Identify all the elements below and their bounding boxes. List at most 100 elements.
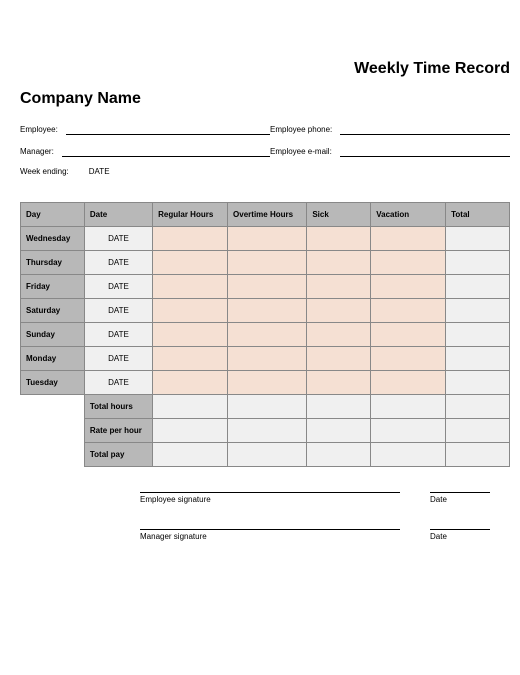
- day-cell: Saturday: [21, 299, 85, 323]
- summary-regular-cell: [153, 419, 228, 443]
- summary-sick-cell: [307, 443, 371, 467]
- sick-cell[interactable]: [307, 251, 371, 275]
- date-cell[interactable]: DATE: [84, 251, 152, 275]
- vacation-cell[interactable]: [371, 251, 446, 275]
- summary-total-cell: [446, 443, 510, 467]
- phone-input-line[interactable]: [340, 123, 510, 135]
- row-total-cell: [446, 227, 510, 251]
- date-cell[interactable]: DATE: [84, 227, 152, 251]
- regular-hours-cell[interactable]: [153, 347, 228, 371]
- week-ending-value: DATE: [89, 167, 110, 177]
- day-cell: Wednesday: [21, 227, 85, 251]
- empty-cell: [21, 419, 85, 443]
- summary-total-cell: [446, 395, 510, 419]
- header-regular: Regular Hours: [153, 203, 228, 227]
- sick-cell[interactable]: [307, 347, 371, 371]
- regular-hours-cell[interactable]: [153, 251, 228, 275]
- time-table: Day Date Regular Hours Overtime Hours Si…: [20, 202, 510, 467]
- employee-signature-line[interactable]: Employee signature: [140, 492, 400, 504]
- summary-vacation-cell: [371, 443, 446, 467]
- table-row: SaturdayDATE: [21, 299, 510, 323]
- overtime-hours-cell[interactable]: [228, 299, 307, 323]
- empty-cell: [21, 443, 85, 467]
- manager-signature-row: Manager signature Date: [140, 529, 490, 541]
- overtime-hours-cell[interactable]: [228, 371, 307, 395]
- vacation-cell[interactable]: [371, 347, 446, 371]
- date-cell[interactable]: DATE: [84, 347, 152, 371]
- info-row-2: Manager: Employee e-mail:: [20, 145, 510, 157]
- header-vacation: Vacation: [371, 203, 446, 227]
- day-cell: Tuesday: [21, 371, 85, 395]
- regular-hours-cell[interactable]: [153, 371, 228, 395]
- week-ending-field: Week ending: DATE: [20, 167, 270, 177]
- vacation-cell[interactable]: [371, 227, 446, 251]
- day-cell: Friday: [21, 275, 85, 299]
- table-header-row: Day Date Regular Hours Overtime Hours Si…: [21, 203, 510, 227]
- summary-row: Total pay: [21, 443, 510, 467]
- vacation-cell[interactable]: [371, 275, 446, 299]
- email-label: Employee e-mail:: [270, 147, 332, 157]
- sick-cell[interactable]: [307, 371, 371, 395]
- employee-label: Employee:: [20, 125, 58, 135]
- summary-regular-cell: [153, 443, 228, 467]
- employee-input-line[interactable]: [66, 123, 270, 135]
- table-row: TuesdayDATE: [21, 371, 510, 395]
- sick-cell[interactable]: [307, 275, 371, 299]
- table-row: SundayDATE: [21, 323, 510, 347]
- manager-input-line[interactable]: [62, 145, 270, 157]
- manager-field: Manager:: [20, 145, 270, 157]
- employee-signature-row: Employee signature Date: [140, 492, 490, 504]
- header-total: Total: [446, 203, 510, 227]
- summary-total-cell: [446, 419, 510, 443]
- week-ending-label: Week ending:: [20, 167, 69, 177]
- vacation-cell[interactable]: [371, 299, 446, 323]
- date-cell[interactable]: DATE: [84, 275, 152, 299]
- regular-hours-cell[interactable]: [153, 323, 228, 347]
- overtime-hours-cell[interactable]: [228, 323, 307, 347]
- employee-field: Employee:: [20, 123, 270, 135]
- summary-overtime-cell: [228, 443, 307, 467]
- row-total-cell: [446, 299, 510, 323]
- summary-regular-cell: [153, 395, 228, 419]
- date-cell[interactable]: DATE: [84, 323, 152, 347]
- date-cell[interactable]: DATE: [84, 299, 152, 323]
- summary-overtime-cell: [228, 419, 307, 443]
- vacation-cell[interactable]: [371, 371, 446, 395]
- regular-hours-cell[interactable]: [153, 299, 228, 323]
- empty-cell: [21, 395, 85, 419]
- employee-sig-date-line[interactable]: Date: [430, 492, 490, 504]
- manager-sig-date-line[interactable]: Date: [430, 529, 490, 541]
- email-input-line[interactable]: [340, 145, 510, 157]
- overtime-hours-cell[interactable]: [228, 251, 307, 275]
- overtime-hours-cell[interactable]: [228, 227, 307, 251]
- manager-signature-line[interactable]: Manager signature: [140, 529, 400, 541]
- summary-label-cell: Total hours: [84, 395, 152, 419]
- row-total-cell: [446, 251, 510, 275]
- day-cell: Sunday: [21, 323, 85, 347]
- header-overtime: Overtime Hours: [228, 203, 307, 227]
- header-sick: Sick: [307, 203, 371, 227]
- summary-label-cell: Rate per hour: [84, 419, 152, 443]
- row-total-cell: [446, 275, 510, 299]
- row-total-cell: [446, 371, 510, 395]
- sick-cell[interactable]: [307, 299, 371, 323]
- summary-sick-cell: [307, 419, 371, 443]
- summary-row: Rate per hour: [21, 419, 510, 443]
- signature-block: Employee signature Date Manager signatur…: [140, 492, 490, 541]
- summary-overtime-cell: [228, 395, 307, 419]
- regular-hours-cell[interactable]: [153, 227, 228, 251]
- day-cell: Monday: [21, 347, 85, 371]
- phone-label: Employee phone:: [270, 125, 332, 135]
- sick-cell[interactable]: [307, 227, 371, 251]
- vacation-cell[interactable]: [371, 323, 446, 347]
- manager-label: Manager:: [20, 147, 54, 157]
- overtime-hours-cell[interactable]: [228, 347, 307, 371]
- overtime-hours-cell[interactable]: [228, 275, 307, 299]
- email-field: Employee e-mail:: [270, 145, 510, 157]
- date-cell[interactable]: DATE: [84, 371, 152, 395]
- row-total-cell: [446, 323, 510, 347]
- table-row: WednesdayDATE: [21, 227, 510, 251]
- sick-cell[interactable]: [307, 323, 371, 347]
- regular-hours-cell[interactable]: [153, 275, 228, 299]
- phone-field: Employee phone:: [270, 123, 510, 135]
